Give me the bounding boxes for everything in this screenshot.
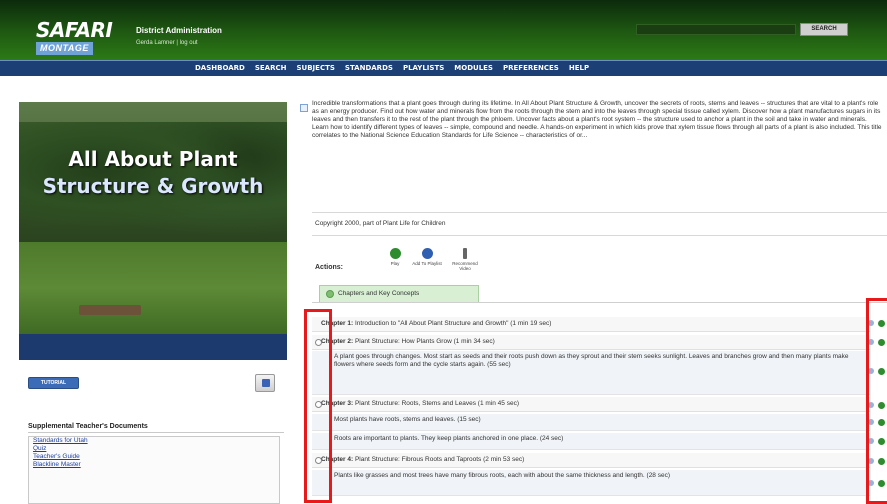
add-playlist-icon: [421, 248, 433, 259]
nav-item-search[interactable]: SEARCH: [255, 64, 287, 73]
chapter-title: Plant Structure: Roots, Stems and Leaves…: [354, 400, 519, 407]
tab-label: Chapters and Key Concepts: [338, 290, 420, 297]
header-search-button[interactable]: SEARCH: [800, 23, 848, 36]
chapter-row[interactable]: Chapter 2: Plant Structure: How Plants G…: [312, 335, 870, 350]
print-icon: [262, 379, 270, 387]
key-concept-text: Plants like grasses and most trees have …: [334, 472, 671, 479]
tab-divider: [312, 302, 887, 303]
print-button[interactable]: [255, 374, 275, 392]
tab-chapters-key-concepts[interactable]: Chapters and Key Concepts: [319, 285, 479, 302]
supplemental-docs-title: Supplemental Teacher's Documents: [28, 423, 148, 430]
chapters-tab-icon: [326, 290, 334, 298]
logo-sub-text: MONTAGE: [36, 42, 93, 55]
nav-item-playlists[interactable]: PLAYLISTS: [403, 64, 444, 73]
doc-link-blackline-master[interactable]: Blackline Master: [33, 461, 279, 469]
key-concept-row[interactable]: A plant goes through changes. Most start…: [312, 351, 870, 395]
video-title-overlay: All About Plant Structure & Growth: [19, 146, 287, 200]
supplemental-docs-list: Standards for Utah Quiz Teacher's Guide …: [28, 436, 280, 504]
key-concept-row[interactable]: Most plants have roots, stems and leaves…: [312, 414, 870, 431]
video-title-line-1: All About Plant: [68, 147, 238, 171]
chapter-title: Introduction to "All About Plant Structu…: [354, 320, 552, 327]
highlight-box-right: [866, 298, 887, 504]
key-concept-text: A plant goes through changes. Most start…: [334, 353, 849, 369]
nav-item-subjects[interactable]: SUBJECTS: [297, 64, 335, 73]
key-concept-text: Roots are important to plants. They keep…: [334, 435, 564, 442]
nav-item-dashboard[interactable]: DASHBOARD: [195, 64, 245, 73]
header-banner: SAFARI MONTAGE District Administration G…: [0, 0, 887, 60]
header-search-input[interactable]: [636, 24, 796, 35]
video-title-line-2: Structure & Growth: [42, 174, 264, 198]
user-logout-line[interactable]: Gerda Lamner | log out: [136, 40, 198, 46]
key-concept-row[interactable]: Roots are important to plants. They keep…: [312, 433, 870, 450]
highlight-box-left: [304, 309, 332, 503]
recommend-action-label: Recommend Video: [452, 261, 478, 271]
chapter-title: Plant Structure: Fibrous Roots and Tapro…: [354, 456, 525, 463]
chapter-title: Plant Structure: How Plants Grow (1 min …: [354, 338, 495, 345]
recommend-icon: [463, 248, 467, 259]
logo-main-text: SAFARI: [36, 18, 113, 42]
nav-item-help[interactable]: HELP: [569, 64, 589, 73]
play-action-label: Play: [390, 261, 400, 266]
chapter-row[interactable]: Chapter 4: Plant Structure: Fibrous Root…: [312, 453, 870, 468]
district-title: District Administration: [136, 26, 222, 35]
doc-link-standards[interactable]: Standards for Utah: [33, 437, 279, 445]
nav-item-preferences[interactable]: PREFERENCES: [503, 64, 559, 73]
add-playlist-action-label: Add To Playlist: [412, 261, 442, 266]
nav-item-modules[interactable]: MODULES: [454, 64, 493, 73]
actions-label: Actions:: [315, 264, 343, 271]
video-description: Incredible transformations that a plant …: [312, 100, 882, 140]
collapse-description-icon[interactable]: [300, 104, 308, 112]
nav-item-standards[interactable]: STANDARDS: [345, 64, 393, 73]
chapter-row[interactable]: Chapter 3: Plant Structure: Roots, Stems…: [312, 397, 870, 412]
thumbnail-picnic-table: [79, 305, 141, 315]
chapter-row[interactable]: Chapter 1: Introduction to "All About Pl…: [312, 317, 870, 332]
key-concept-row[interactable]: Plants like grasses and most trees have …: [312, 470, 870, 496]
play-icon: [389, 248, 401, 259]
video-thumbnail[interactable]: All About Plant Structure & Growth: [19, 102, 287, 360]
recommend-action[interactable]: Recommend Video: [450, 248, 480, 271]
doc-link-quiz[interactable]: Quiz: [33, 445, 279, 453]
supplemental-divider: [28, 432, 284, 433]
copyright-text: Copyright 2000, part of Plant Life for C…: [315, 220, 446, 227]
play-action[interactable]: Play: [380, 248, 410, 266]
thumbnail-bottom-bar: [19, 334, 287, 360]
divider: [312, 212, 887, 213]
add-to-playlist-action[interactable]: Add To Playlist: [412, 248, 442, 266]
thumbnail-lawn: [19, 242, 287, 334]
main-nav-bar: DASHBOARD SEARCH SUBJECTS STANDARDS PLAY…: [0, 60, 887, 76]
safari-montage-logo[interactable]: SAFARI MONTAGE: [36, 18, 113, 58]
divider: [312, 235, 887, 236]
key-concept-text: Most plants have roots, stems and leaves…: [334, 416, 481, 423]
doc-link-teachers-guide[interactable]: Teacher's Guide: [33, 453, 279, 461]
tutorial-button[interactable]: TUTORIAL: [28, 377, 79, 389]
